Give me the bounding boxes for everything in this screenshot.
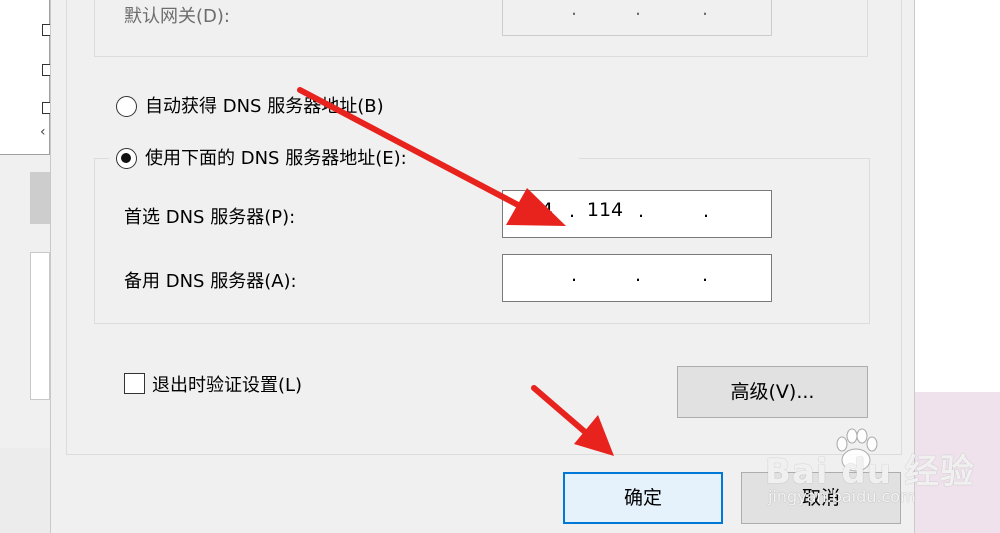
ok-button[interactable]: 确定 (563, 472, 723, 524)
default-gateway-label: 默认网关(D): (124, 6, 230, 27)
background-window-footer (0, 448, 50, 533)
validate-on-exit-label[interactable]: 退出时验证设置(L) (152, 371, 302, 397)
validate-on-exit-checkbox-icon[interactable] (124, 373, 145, 394)
dns-auto-label[interactable]: 自动获得 DNS 服务器地址(B) (145, 92, 384, 118)
background-list-panel: ‹ (0, 0, 52, 155)
default-gateway-input[interactable]: . . . (502, 0, 772, 36)
baidu-watermark-url: jingyan.baidu.com (768, 487, 916, 506)
preferred-dns-input[interactable]: 114 . 114 . . (502, 190, 772, 238)
dns-auto-radio-icon[interactable] (116, 96, 137, 117)
advanced-button[interactable]: 高级(V)... (677, 366, 868, 418)
baidu-watermark: Bai du 经验 (765, 452, 975, 492)
dns-manual-label[interactable]: 使用下面的 DNS 服务器地址(E): (145, 144, 407, 170)
background-window: ‹ (0, 0, 52, 533)
scroll-left-icon: ‹ (40, 124, 46, 140)
preferred-dns-label: 首选 DNS 服务器(P): (124, 207, 296, 228)
background-scrollbar (30, 172, 50, 224)
alternate-dns-label: 备用 DNS 服务器(A): (124, 271, 297, 292)
dns-manual-radio-icon[interactable] (116, 148, 137, 169)
background-description-box (30, 252, 50, 400)
alternate-dns-input[interactable]: . . . (502, 254, 772, 302)
